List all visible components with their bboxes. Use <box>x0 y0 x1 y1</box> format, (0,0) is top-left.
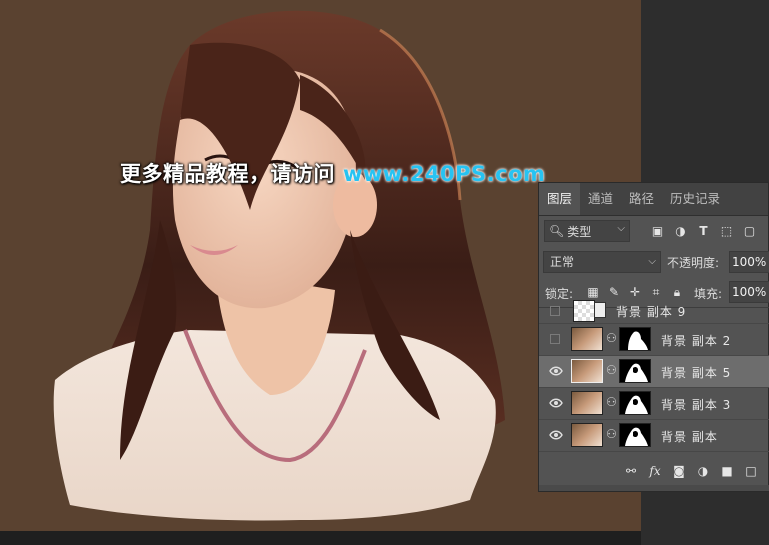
link-chain-icon: ⚇ <box>606 363 617 377</box>
tab-paths[interactable]: 路径 <box>621 183 662 215</box>
filter-kind-label: 类型 <box>567 224 592 239</box>
layer-name[interactable]: 背景 副本 2 <box>661 332 731 349</box>
layer-mask-thumbnail <box>619 423 651 447</box>
lock-move-icon[interactable]: ✛ <box>627 284 643 300</box>
tab-layers[interactable]: 图层 <box>539 183 581 215</box>
link-chain-icon: ⚇ <box>606 427 617 441</box>
layer-row[interactable]: ⚇ 背景 副本 2 <box>539 324 769 356</box>
adjustment-layer-icon[interactable]: ◑ <box>695 463 711 479</box>
smart-object-icon <box>594 302 606 318</box>
layer-row[interactable]: 背景 副本 9 <box>539 300 769 324</box>
add-mask-icon[interactable]: ◙ <box>671 463 687 479</box>
layer-mask-thumbnail <box>619 327 651 351</box>
filter-kind-select[interactable]: 🔍︎ 类型 ⌵ <box>544 220 630 242</box>
layer-thumbnail <box>573 300 595 322</box>
watermark-site: www.240PS.com <box>343 162 546 186</box>
visibility-toggle[interactable] <box>550 334 560 344</box>
layer-thumbnail <box>571 423 603 447</box>
lock-transparency-icon[interactable]: ▦ <box>585 284 601 300</box>
chevron-down-icon: ⌵ <box>648 256 656 267</box>
link-layers-icon[interactable]: ⚯ <box>623 463 639 479</box>
layer-mask-thumbnail <box>619 359 651 383</box>
tab-history[interactable]: 历史记录 <box>662 183 728 215</box>
lock-all-icon[interactable]: 🔒︎ <box>669 284 685 300</box>
type-filter-icon[interactable]: T <box>695 221 712 241</box>
layer-name[interactable]: 背景 副本 <box>661 428 718 445</box>
opacity-input[interactable]: 100% <box>729 251 769 273</box>
lock-icons: ▦ ✎ ✛ ⌗ 🔒︎ <box>585 284 685 300</box>
watermark-text: 更多精品教程，请访问 www.240PS.com <box>120 158 545 188</box>
layer-row-selected[interactable]: ⚇ 背景 副本 5 <box>539 356 769 388</box>
eye-icon[interactable] <box>549 365 563 377</box>
fx-icon[interactable]: fx <box>647 463 663 479</box>
search-icon: 🔍︎ <box>549 224 565 238</box>
eye-icon[interactable] <box>549 429 563 441</box>
layers-list: 背景 副本 9 ⚇ 背景 副本 2 ⚇ 背景 副本 5 ⚇ 背景 副本 3 ⚇ … <box>539 300 769 458</box>
smart-object-filter-icon[interactable]: ▢ <box>741 221 758 241</box>
opacity-label: 不透明度: <box>667 256 720 270</box>
lock-artboard-icon[interactable]: ⌗ <box>648 284 664 300</box>
eye-icon[interactable] <box>549 397 563 409</box>
layer-thumbnail <box>571 359 603 383</box>
blend-mode-select[interactable]: 正常 ⌵ <box>543 251 661 273</box>
panel-resize-bar[interactable] <box>539 485 769 491</box>
pixel-filter-icon[interactable]: ▣ <box>649 221 666 241</box>
layer-row[interactable]: ⚇ 背景 副本 <box>539 420 769 452</box>
lock-brush-icon[interactable]: ✎ <box>606 284 622 300</box>
tab-channels[interactable]: 通道 <box>580 183 621 215</box>
panel-actions: ⚯ fx ◙ ◑ ■ □ <box>539 459 769 483</box>
blend-mode-value: 正常 <box>550 255 575 269</box>
blend-row: 正常 ⌵ 不透明度: 100% <box>539 251 769 275</box>
shape-filter-icon[interactable]: ⬚ <box>718 221 735 241</box>
watermark-cn: 更多精品教程，请访问 <box>120 162 335 186</box>
filter-icons: ▣ ◑ T ⬚ ▢ <box>649 221 758 241</box>
layer-name[interactable]: 背景 副本 5 <box>661 364 731 381</box>
link-chain-icon: ⚇ <box>606 395 617 409</box>
chevron-down-icon: ⌵ <box>617 223 625 234</box>
layer-row[interactable]: ⚇ 背景 副本 3 <box>539 388 769 420</box>
layer-mask-thumbnail <box>619 391 651 415</box>
layer-name[interactable]: 背景 副本 3 <box>661 396 731 413</box>
layer-thumbnail <box>571 327 603 351</box>
panel-tabs: 图层 通道 路径 历史记录 <box>539 183 768 216</box>
workspace-bottom <box>0 531 641 545</box>
adjustment-filter-icon[interactable]: ◑ <box>672 221 689 241</box>
folder-icon[interactable]: ■ <box>719 463 735 479</box>
layers-panel: 图层 通道 路径 历史记录 🔍︎ 类型 ⌵ ▣ ◑ T ⬚ ▢ 正常 ⌵ 不透明… <box>538 182 769 492</box>
layer-name[interactable]: 背景 副本 9 <box>616 303 686 320</box>
layer-thumbnail <box>571 391 603 415</box>
new-layer-icon[interactable]: □ <box>743 463 759 479</box>
layer-filter-row: 🔍︎ 类型 ⌵ ▣ ◑ T ⬚ ▢ <box>539 220 769 244</box>
visibility-toggle[interactable] <box>550 306 560 316</box>
link-chain-icon: ⚇ <box>606 331 617 345</box>
